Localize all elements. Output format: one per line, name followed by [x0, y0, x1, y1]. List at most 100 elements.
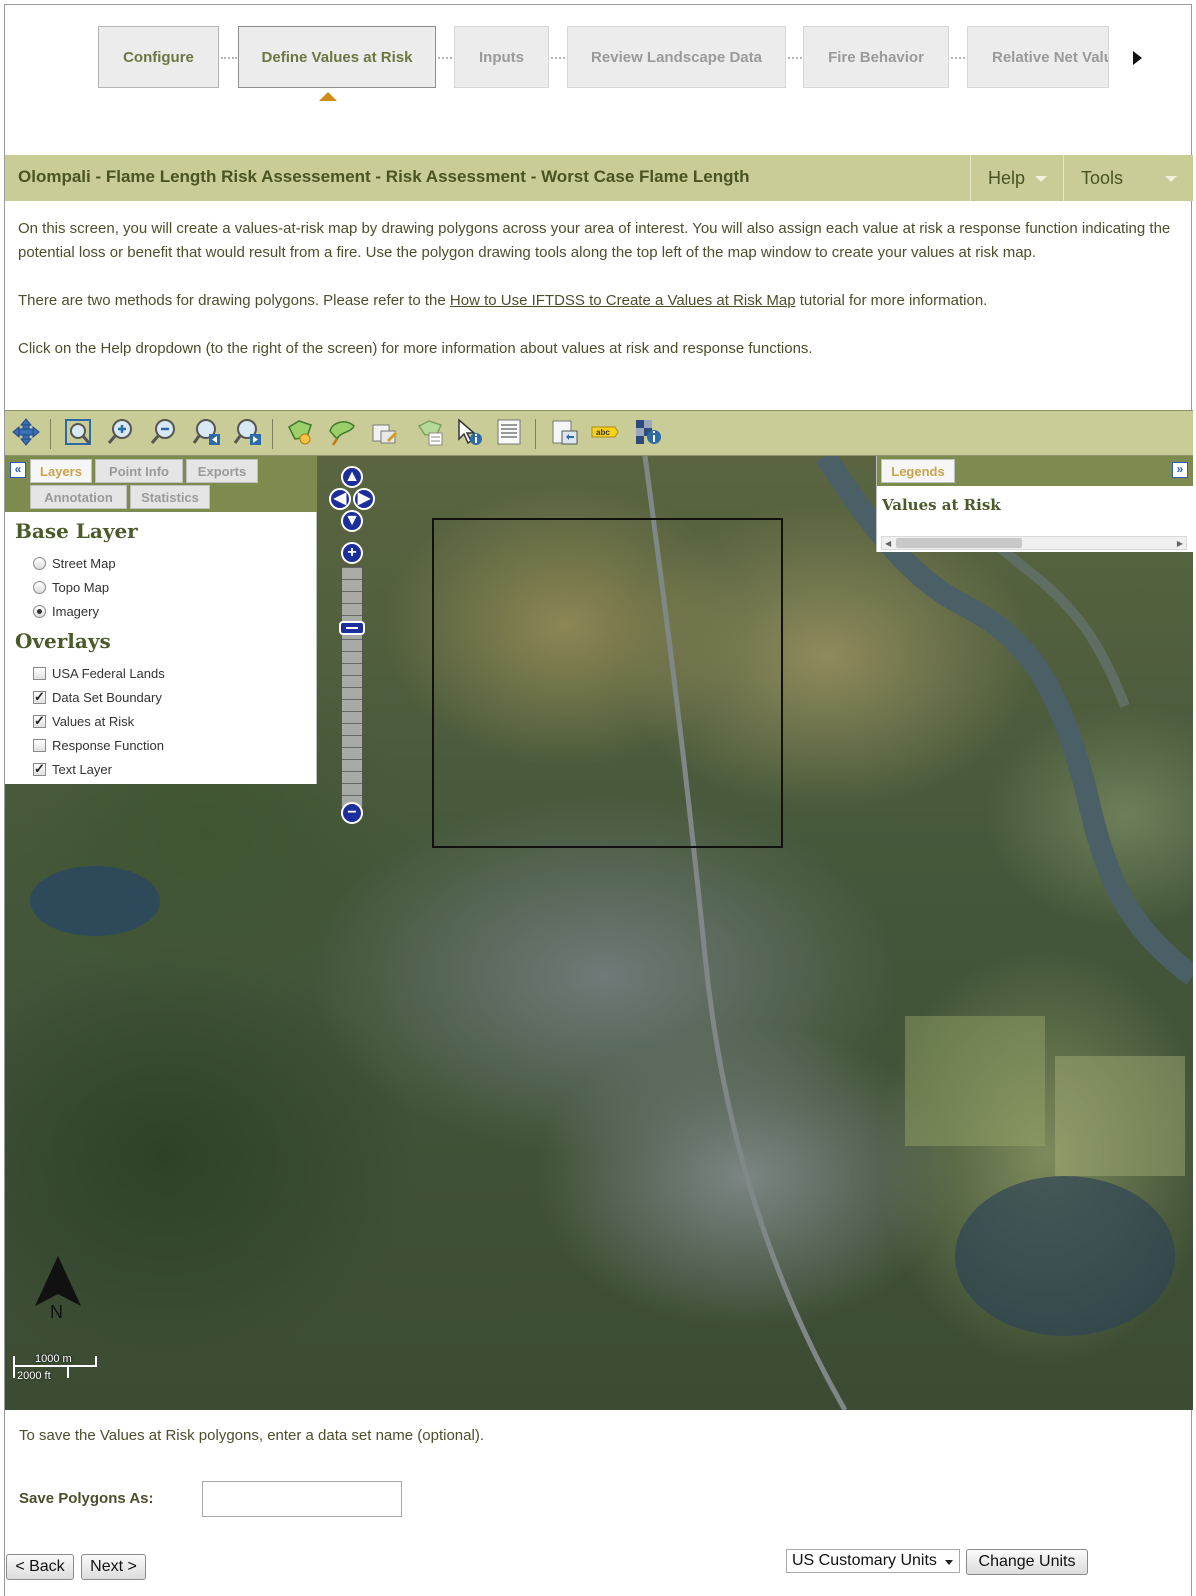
zoom-out-icon[interactable]	[147, 415, 181, 449]
app-frame: Configure Define Values at Risk Inputs R…	[4, 4, 1193, 1596]
step-configure[interactable]: Configure	[98, 26, 219, 88]
checkbox[interactable]	[33, 761, 46, 777]
units-select[interactable]: US Customary Units	[786, 1549, 960, 1573]
polygon-attributes-icon[interactable]	[413, 415, 447, 449]
checkbox[interactable]	[33, 739, 46, 752]
overlay-response-function[interactable]: Response Function	[33, 738, 164, 753]
wizard-steps: Configure Define Values at Risk Inputs R…	[5, 5, 1193, 155]
zoom-in-button[interactable]: +	[341, 542, 363, 564]
radio-button[interactable]	[33, 605, 46, 618]
help-menu-button[interactable]: Help	[970, 155, 1063, 201]
zoom-in-icon[interactable]	[104, 415, 138, 449]
active-step-caret-icon	[319, 92, 337, 101]
overlay-usa-federal-lands[interactable]: USA Federal Lands	[33, 666, 165, 681]
data-set-boundary	[432, 518, 783, 848]
map-info-icon[interactable]	[631, 415, 665, 449]
option-label: Imagery	[52, 604, 99, 619]
collapse-panel-button[interactable]: «	[10, 462, 26, 478]
pan-left-icon[interactable]: ◀	[329, 488, 351, 510]
radio-button[interactable]	[33, 581, 46, 594]
option-label: Street Map	[52, 556, 116, 571]
option-label: Text Layer	[52, 762, 112, 777]
instructions: On this screen, you will create a values…	[18, 217, 1178, 385]
zoom-next-icon[interactable]	[231, 415, 265, 449]
chevron-down-icon	[1035, 176, 1047, 182]
step-relative-net-value[interactable]: Relative Net Valu	[967, 26, 1109, 88]
title-bar: Olompali - Flame Length Risk Assessement…	[5, 155, 1193, 201]
tab-statistics[interactable]: Statistics	[130, 485, 210, 509]
tutorial-link[interactable]: How to Use IFTDSS to Create a Values at …	[450, 292, 796, 309]
base-layer-street-map[interactable]: Street Map	[33, 556, 116, 571]
zoom-out-button[interactable]: −	[341, 802, 363, 824]
base-layer-topo-map[interactable]: Topo Map	[33, 580, 109, 595]
map-view[interactable]: « Layers Point Info Exports Annotation S…	[5, 456, 1193, 1410]
pan-up-icon[interactable]: ▲	[341, 466, 363, 488]
scroll-left-icon[interactable]: ◀	[885, 539, 891, 548]
step-fire-behavior[interactable]: Fire Behavior	[803, 26, 949, 88]
zoom-extent-icon[interactable]	[61, 415, 95, 449]
option-label: Data Set Boundary	[52, 690, 162, 705]
next-button[interactable]: Next >	[81, 1554, 146, 1580]
base-layer-heading: Base Layer	[15, 519, 138, 543]
chevron-down-icon	[1165, 176, 1177, 182]
steps-scroll-right-icon[interactable]	[1133, 51, 1142, 65]
draw-polygon-icon[interactable]	[283, 415, 317, 449]
scrollbar-thumb[interactable]	[896, 538, 1022, 548]
checkbox[interactable]	[33, 667, 46, 680]
expand-legend-button[interactable]: »	[1172, 462, 1188, 478]
tab-point-info[interactable]: Point Info	[95, 459, 183, 483]
overlay-values-at-risk[interactable]: Values at Risk	[33, 713, 134, 729]
scale-imperial-label: 2000 ft	[17, 1370, 51, 1382]
svg-text:abc: abc	[596, 428, 610, 437]
instructions-paragraph: Click on the Help dropdown (to the right…	[18, 340, 813, 357]
draw-freehand-polygon-icon[interactable]	[325, 415, 359, 449]
tab-legends[interactable]: Legends	[881, 459, 955, 483]
option-label: Topo Map	[52, 580, 110, 595]
scale-bar: 1000 m 2000 ft	[13, 1348, 103, 1388]
overlay-text-layer[interactable]: Text Layer	[33, 761, 112, 777]
export-map-icon[interactable]	[548, 415, 582, 449]
step-inputs[interactable]: Inputs	[454, 26, 549, 88]
save-note: To save the Values at Risk polygons, ent…	[19, 1427, 484, 1444]
pan-right-icon[interactable]: ▶	[353, 488, 375, 510]
checkbox[interactable]	[33, 689, 46, 705]
pan-down-icon[interactable]: ▼	[341, 510, 363, 532]
change-units-button[interactable]: Change Units	[966, 1549, 1088, 1575]
tab-exports[interactable]: Exports	[186, 459, 258, 483]
legend-scrollbar[interactable]: ◀ ▶	[881, 536, 1187, 550]
pan-icon[interactable]	[9, 415, 43, 449]
attribute-table-icon[interactable]	[492, 415, 526, 449]
units-select-value: US Customary Units	[792, 1552, 937, 1569]
save-polygons-input[interactable]	[202, 1481, 402, 1517]
toolbar-divider	[272, 419, 273, 449]
step-connector	[788, 57, 802, 59]
step-define-values-at-risk[interactable]: Define Values at Risk	[238, 26, 436, 88]
instructions-paragraph: There are two methods for drawing polygo…	[18, 289, 1178, 313]
zoom-slider-handle[interactable]	[339, 621, 365, 635]
tab-annotation[interactable]: Annotation	[30, 485, 127, 509]
step-review-landscape-data[interactable]: Review Landscape Data	[567, 26, 786, 88]
checkbox[interactable]	[33, 713, 46, 729]
edit-polygon-icon[interactable]	[368, 415, 402, 449]
zoom-previous-icon[interactable]	[190, 415, 224, 449]
back-button[interactable]: < Back	[6, 1554, 74, 1580]
instructions-text: tutorial for more information.	[795, 292, 988, 309]
tools-menu-button[interactable]: Tools	[1063, 155, 1193, 201]
tab-layers[interactable]: Layers	[30, 459, 92, 483]
scroll-right-icon[interactable]: ▶	[1177, 539, 1183, 548]
map-toolbar: abc	[5, 410, 1193, 456]
zoom-slider[interactable]	[341, 566, 363, 818]
layer-panel: « Layers Point Info Exports Annotation S…	[5, 456, 317, 784]
save-polygons-label: Save Polygons As:	[19, 1490, 154, 1507]
label-text-icon[interactable]: abc	[588, 415, 622, 449]
base-layer-imagery[interactable]: Imagery	[33, 604, 99, 619]
tools-menu-label: Tools	[1081, 167, 1124, 188]
radio-button[interactable]	[33, 557, 46, 570]
step-connector	[951, 57, 965, 59]
overlay-data-set-boundary[interactable]: Data Set Boundary	[33, 689, 162, 705]
step-connector	[221, 57, 237, 59]
pan-zoom-control: ▲ ◀ ▶ ▼ + −	[329, 466, 375, 836]
legend-panel-header: Legends »	[877, 456, 1193, 486]
instructions-paragraph: On this screen, you will create a values…	[18, 220, 1171, 261]
identify-icon[interactable]	[452, 415, 486, 449]
